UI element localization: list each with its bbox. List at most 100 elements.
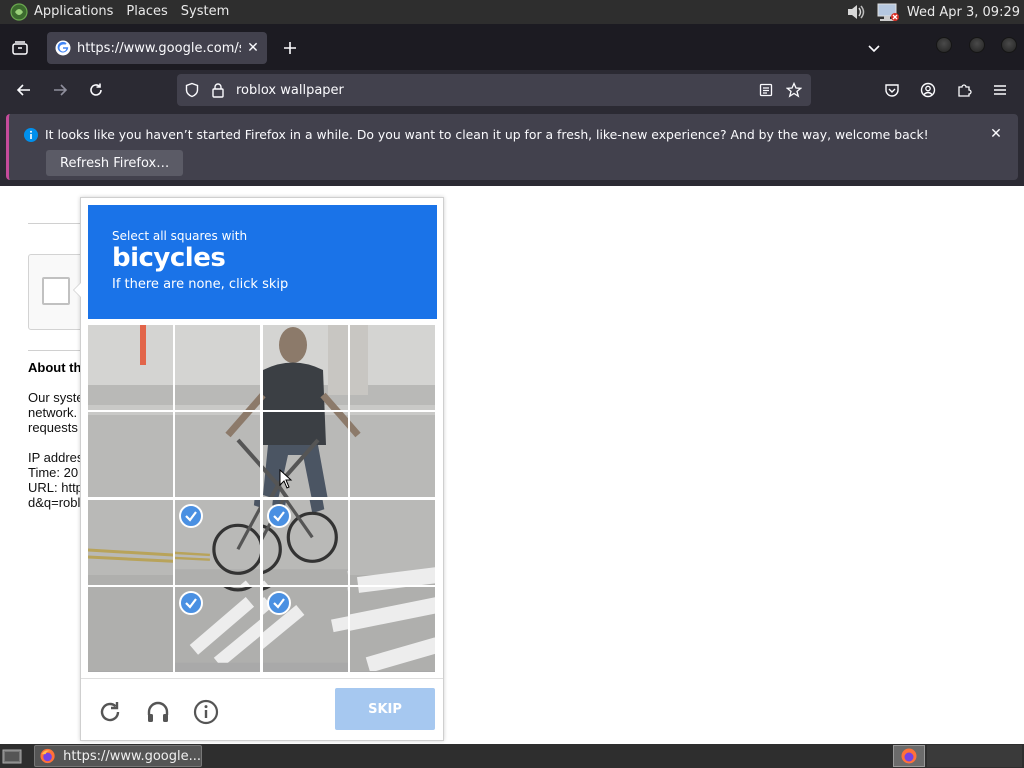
captcha-tile[interactable] [175, 499, 261, 585]
checkmark-icon [179, 503, 204, 528]
reload-challenge-icon[interactable] [95, 697, 125, 727]
new-tab-icon[interactable] [278, 36, 302, 60]
refresh-firefox-button[interactable]: Refresh Firefox… [46, 150, 184, 176]
tile-image [349, 412, 435, 498]
page-text-line[interactable]: URL: http [28, 480, 83, 495]
taskbar-window-title: https://www.google... [63, 748, 201, 764]
captcha-tile[interactable] [88, 325, 173, 410]
places-menu[interactable]: Places [126, 0, 176, 24]
firefox-icon [40, 748, 55, 764]
back-arrow-icon[interactable] [12, 78, 36, 102]
tile-image [262, 325, 348, 410]
taskbar-firefox-window[interactable]: https://www.google... [34, 745, 202, 767]
maximize-window-button[interactable] [969, 37, 985, 53]
tab-bar: https://www.google.com/sorry ✕ [0, 24, 1024, 70]
tile-image [88, 325, 173, 410]
captcha-tile[interactable] [349, 412, 435, 498]
captcha-hint: If there are none, click skip [112, 277, 289, 292]
network-icon[interactable] [875, 1, 901, 23]
notification-area: It looks like you haven’t started Firefo… [0, 110, 1024, 186]
captcha-tile[interactable] [88, 586, 173, 672]
captcha-challenge-popup: Select all squares with bicycles If ther… [73, 197, 444, 741]
pocket-icon[interactable] [880, 78, 904, 102]
captcha-tile[interactable] [262, 586, 348, 672]
system-menu[interactable]: System [181, 0, 238, 24]
info-icon [24, 128, 38, 142]
tile-image [175, 412, 261, 498]
captcha-tile[interactable] [349, 586, 435, 672]
minimize-window-button[interactable] [936, 37, 952, 53]
show-desktop-icon[interactable] [2, 747, 22, 765]
captcha-tile[interactable] [349, 325, 435, 410]
workspace-switcher-empty[interactable] [927, 745, 1022, 767]
desktop-top-panel: Applications Places System Wed Apr 3, 09… [0, 0, 1024, 24]
divider [28, 350, 88, 351]
audio-challenge-icon[interactable] [143, 697, 173, 727]
captcha-tile[interactable] [262, 325, 348, 410]
applications-menu[interactable]: Applications [34, 0, 122, 24]
captcha-instruction: Select all squares with [112, 229, 248, 243]
reader-view-icon[interactable] [755, 79, 777, 101]
notification-message: It looks like you haven’t started Firefo… [45, 127, 929, 142]
captcha-header: Select all squares with bicycles If ther… [88, 205, 437, 319]
captcha-tile[interactable] [262, 499, 348, 585]
distro-logo-icon[interactable] [9, 2, 29, 22]
list-all-tabs-icon[interactable] [9, 37, 31, 59]
account-icon[interactable] [916, 78, 940, 102]
page-text-line: requests [28, 420, 78, 435]
lock-icon[interactable] [207, 79, 229, 101]
tile-image [262, 412, 348, 498]
tile-image [349, 325, 435, 410]
captcha-tile[interactable] [88, 412, 173, 498]
divider [28, 223, 88, 224]
page-text-line: IP addres [28, 450, 84, 465]
tile-image [88, 499, 173, 585]
skip-button[interactable]: SKIP [335, 688, 435, 730]
page-text-line: network. [28, 405, 78, 420]
navigation-toolbar [0, 70, 1024, 110]
captcha-tile[interactable] [175, 586, 261, 672]
firefox-icon [901, 748, 917, 764]
tab-title: https://www.google.com/sorry [77, 40, 241, 56]
recaptcha-checkbox[interactable] [42, 277, 70, 305]
bookmark-star-icon[interactable] [783, 79, 805, 101]
captcha-footer: SKIP [81, 678, 443, 741]
tile-image [88, 412, 173, 498]
workspace-switcher[interactable] [893, 745, 925, 767]
bottom-taskbar: https://www.google... [0, 744, 1024, 768]
url-actions [755, 79, 805, 101]
forward-arrow-icon[interactable] [48, 78, 72, 102]
page-text-line: Time: 20 [28, 465, 79, 480]
reload-icon[interactable] [84, 78, 108, 102]
refresh-notification-bar: It looks like you haven’t started Firefo… [6, 114, 1018, 180]
extensions-icon[interactable] [952, 78, 976, 102]
page-text-line[interactable]: d&q=robl [28, 495, 80, 510]
tile-image [88, 586, 173, 672]
browser-tab[interactable]: https://www.google.com/sorry ✕ [47, 32, 267, 64]
help-info-icon[interactable] [191, 697, 221, 727]
checkmark-icon [179, 590, 204, 615]
close-tab-icon[interactable]: ✕ [243, 38, 263, 58]
checkmark-icon [266, 590, 291, 615]
captcha-tile[interactable] [262, 412, 348, 498]
hamburger-menu-icon[interactable] [988, 78, 1012, 102]
volume-icon[interactable] [843, 1, 869, 23]
chevron-down-icon[interactable] [862, 36, 886, 60]
system-tray: Wed Apr 3, 09:29 [843, 0, 1024, 24]
captcha-image-grid [88, 325, 437, 672]
close-window-button[interactable] [1001, 37, 1017, 53]
tile-image [175, 325, 261, 410]
google-icon [55, 40, 71, 56]
panel-clock[interactable]: Wed Apr 3, 09:29 [907, 5, 1020, 20]
captcha-tile[interactable] [175, 325, 261, 410]
url-input[interactable] [236, 82, 736, 98]
captcha-tile[interactable] [88, 499, 173, 585]
close-notification-icon[interactable]: ✕ [986, 124, 1006, 144]
address-bar[interactable] [177, 74, 811, 106]
captcha-tile[interactable] [349, 499, 435, 585]
tile-image [349, 499, 435, 585]
mouse-cursor-icon [279, 469, 293, 489]
captcha-tile[interactable] [175, 412, 261, 498]
shield-icon[interactable] [181, 79, 203, 101]
captcha-target: bicycles [112, 243, 226, 273]
